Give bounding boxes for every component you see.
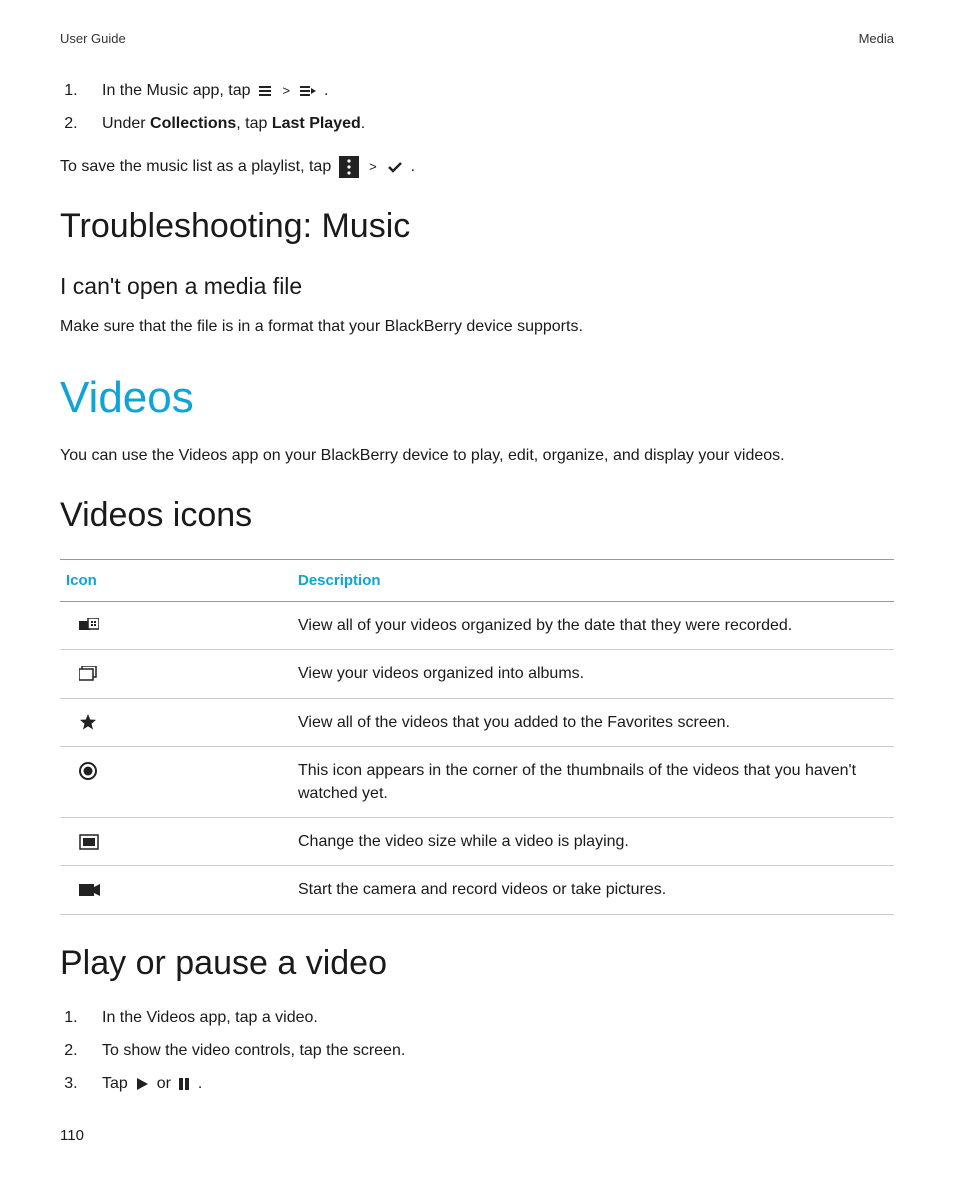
star-icon (79, 713, 97, 731)
header-right: Media (859, 30, 894, 49)
play-pause-heading: Play or pause a video (60, 939, 894, 988)
icon-description: Change the video size while a video is p… (292, 818, 894, 866)
table-row: View your videos organized into albums. (60, 650, 894, 698)
separator: > (279, 83, 293, 98)
page-header: User Guide Media (60, 30, 894, 49)
col-description: Description (292, 559, 894, 602)
more-vertical-icon (339, 156, 359, 178)
music-steps-list: In the Music app, tap > . Under Collecti… (60, 79, 894, 135)
play-icon (135, 1077, 149, 1091)
icon-description: This icon appears in the corner of the t… (292, 746, 894, 817)
save-playlist-line: To save the music list as a playlist, ta… (60, 155, 894, 178)
videos-intro: You can use the Videos app on your Black… (60, 444, 894, 467)
separator: > (366, 159, 380, 174)
troubleshooting-heading: Troubleshooting: Music (60, 202, 894, 251)
icon-description: View your videos organized into albums. (292, 650, 894, 698)
albums-icon (79, 666, 99, 682)
pause-icon (178, 1077, 190, 1091)
check-icon (387, 160, 403, 174)
col-icon: Icon (60, 559, 292, 602)
date-view-icon (79, 618, 99, 634)
playlist-icon (300, 85, 316, 97)
cant-open-body: Make sure that the file is in a format t… (60, 315, 894, 338)
videos-icons-table: Icon Description View all of your videos… (60, 559, 894, 915)
table-row: View all of the videos that you added to… (60, 698, 894, 746)
icon-description: View all of your videos organized by the… (292, 602, 894, 650)
icon-description: Start the camera and record videos or ta… (292, 866, 894, 914)
resize-icon (79, 834, 99, 850)
cant-open-heading: I can't open a media file (60, 270, 894, 303)
play-steps-list: In the Videos app, tap a video. To show … (60, 1006, 894, 1096)
table-row: View all of your videos organized by the… (60, 602, 894, 650)
play-step-2: To show the video controls, tap the scre… (82, 1039, 894, 1062)
videos-icons-heading: Videos icons (60, 491, 894, 540)
table-row: Change the video size while a video is p… (60, 818, 894, 866)
page-number: 110 (60, 1125, 894, 1147)
unwatched-icon (79, 762, 97, 780)
step-2: Under Collections, tap Last Played. (82, 112, 894, 135)
menu-icon (258, 85, 272, 97)
table-row: Start the camera and record videos or ta… (60, 866, 894, 914)
camera-icon (79, 883, 101, 897)
play-step-1: In the Videos app, tap a video. (82, 1006, 894, 1029)
table-row: This icon appears in the corner of the t… (60, 746, 894, 817)
header-left: User Guide (60, 30, 126, 49)
step-1: In the Music app, tap > . (82, 79, 894, 102)
play-step-3: Tap or . (82, 1072, 894, 1095)
icon-description: View all of the videos that you added to… (292, 698, 894, 746)
videos-heading: Videos (60, 366, 894, 430)
